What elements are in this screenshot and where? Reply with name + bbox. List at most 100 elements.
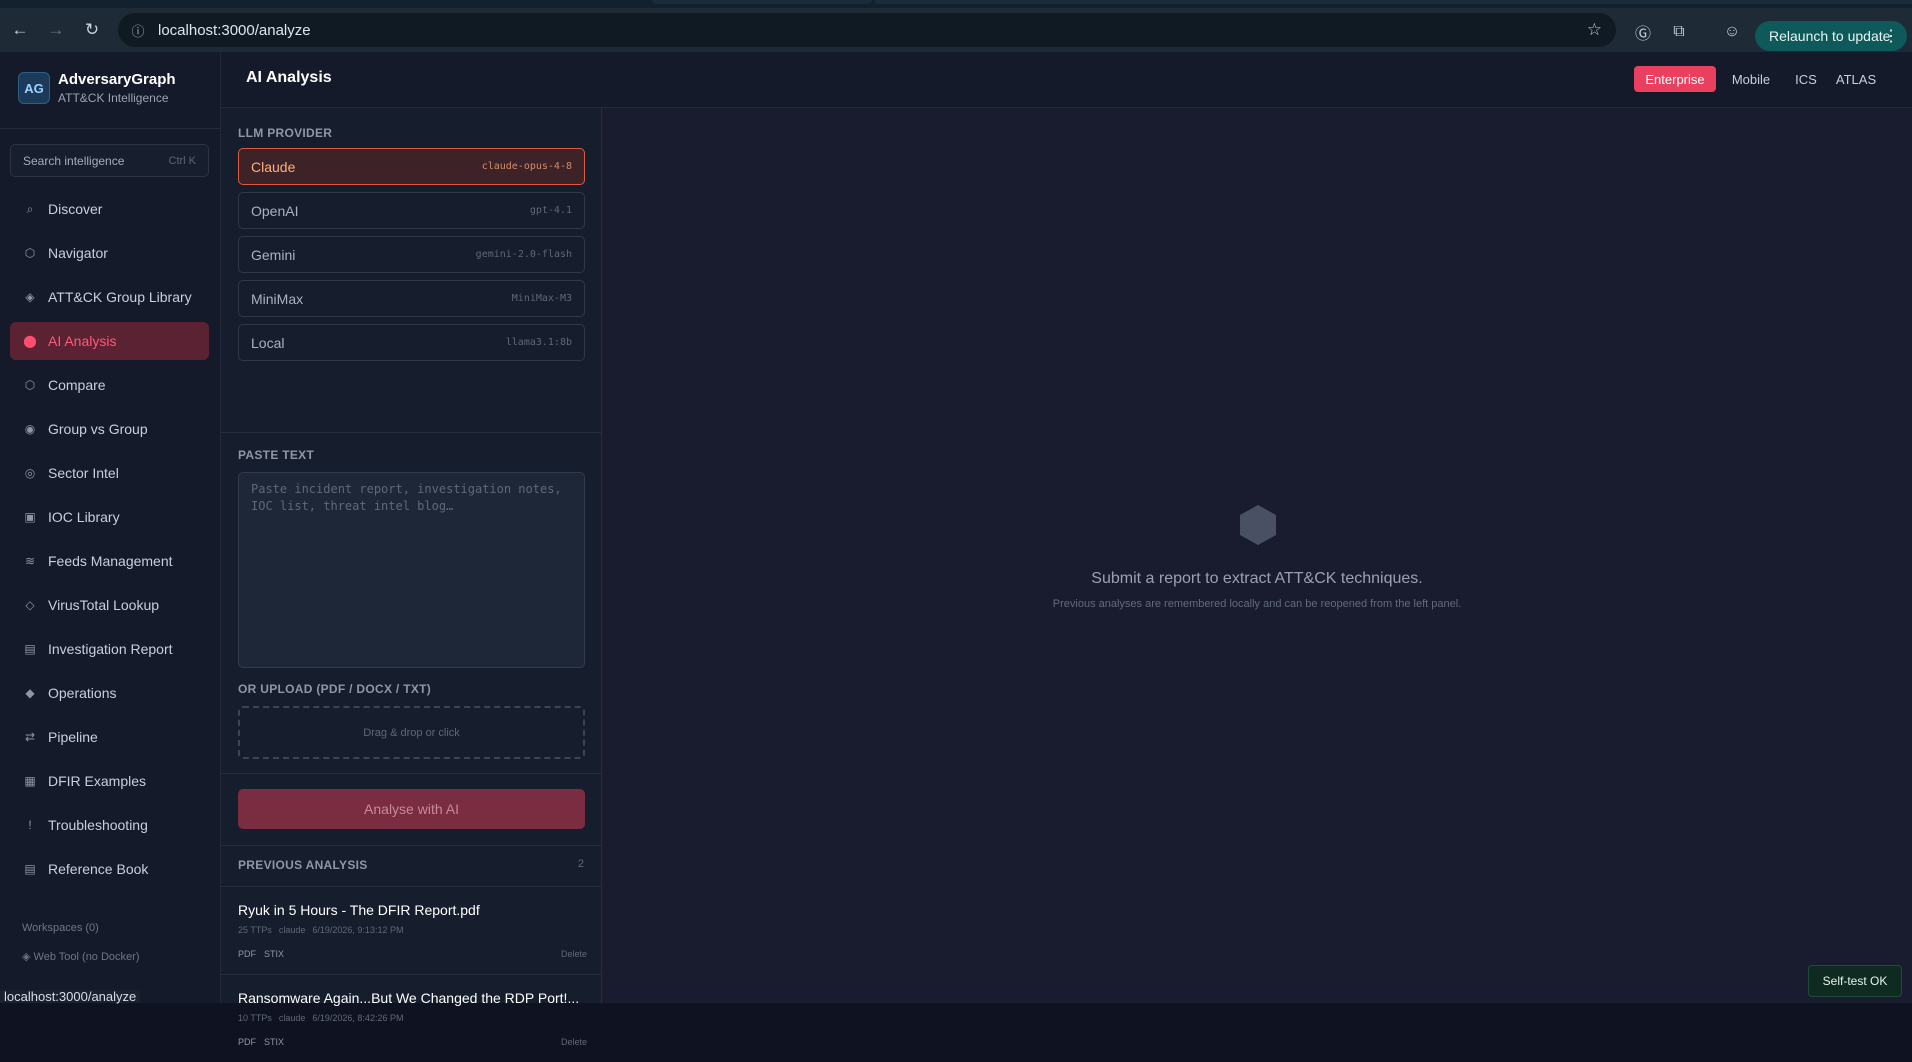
app-root: AG AdversaryGraph ATT&CK Intelligence Se… bbox=[0, 52, 1912, 1047]
history-title[interactable]: Ransomware Again...But We Changed the RD… bbox=[238, 990, 587, 1006]
page-title: AI Analysis bbox=[246, 69, 332, 86]
sidebar-item-label: DFIR Examples bbox=[48, 773, 147, 789]
browser-tab[interactable] bbox=[875, 0, 1912, 4]
export-pdf-link[interactable]: PDF bbox=[238, 949, 256, 959]
delete-button[interactable]: Delete bbox=[561, 949, 587, 959]
export-stix-link[interactable]: STIX bbox=[264, 949, 284, 959]
nav-icon: ◎ bbox=[24, 466, 36, 480]
search-placeholder: Search intelligence bbox=[23, 153, 125, 168]
sidebar-item-label: ATT&CK Group Library bbox=[48, 289, 192, 305]
nav-icon: ◆ bbox=[25, 686, 35, 700]
analysis-input-panel: LLM PROVIDER Claude claude-opus-4-8 OpenAI… bbox=[221, 108, 602, 1047]
upload-dropzone[interactable]: Drag & drop or click bbox=[238, 706, 585, 759]
sidebar-item-label: Compare bbox=[48, 377, 106, 393]
browser-toolbar: ← → ↻ ⓘ localhost:3000/analyze ☆ Ⓖ ⧉ ☺ R… bbox=[0, 8, 1912, 52]
provider-name: Gemini bbox=[251, 246, 296, 263]
sidebar-item-operations[interactable]: ◆ Operations bbox=[10, 674, 209, 712]
history-export-links: PDF STIX bbox=[238, 949, 292, 959]
sidebar-item-att-ck-group-library[interactable]: ◈ ATT&CK Group Library bbox=[10, 278, 209, 316]
sidebar-item-navigator[interactable]: ⬡ Navigator bbox=[10, 234, 209, 272]
empty-state-title: Submit a report to extract ATT&CK techni… bbox=[1091, 570, 1423, 587]
sidebar-item-pipeline[interactable]: ⇄ Pipeline bbox=[10, 718, 209, 756]
address-bar[interactable]: ⓘ localhost:3000/analyze ☆ bbox=[118, 13, 1616, 47]
sidebar-item-troubleshooting[interactable]: ! Troubleshooting bbox=[10, 806, 209, 844]
sidebar-item-feeds-management[interactable]: ≋ Feeds Management bbox=[10, 542, 209, 580]
analyse-button[interactable]: Analyse with AI bbox=[238, 789, 585, 829]
history-date: 6/19/2026, 9:13:12 PM bbox=[312, 925, 404, 935]
profile-avatar-icon[interactable]: ☺ bbox=[1721, 21, 1743, 43]
sidebar-item-label: IOC Library bbox=[48, 509, 120, 525]
matrix-tab-enterprise[interactable]: Enterprise bbox=[1634, 66, 1716, 92]
url-text[interactable]: localhost:3000/analyze bbox=[158, 22, 311, 39]
sidebar-item-label: Troubleshooting bbox=[48, 817, 148, 833]
provider-model: gemini-2.0-flash bbox=[475, 249, 572, 260]
sidebar-item-group-vs-group[interactable]: ◉ Group vs Group bbox=[10, 410, 209, 448]
sidebar-divider bbox=[0, 128, 221, 129]
reload-icon[interactable]: ↻ bbox=[76, 14, 108, 46]
sidebar-item-sector-intel[interactable]: ◎ Sector Intel bbox=[10, 454, 209, 492]
history-item[interactable]: Ransomware Again...But We Changed the RD… bbox=[221, 974, 602, 1062]
forward-icon[interactable]: → bbox=[40, 14, 72, 46]
provider-name: Claude bbox=[251, 158, 296, 175]
workspaces-label[interactable]: Workspaces (0) bbox=[22, 922, 99, 934]
sidebar-item-ai-analysis[interactable]: ⬤ AI Analysis bbox=[10, 322, 209, 360]
history-provider: claude bbox=[278, 925, 306, 935]
matrix-tab-ics[interactable]: ICS bbox=[1786, 66, 1826, 92]
upload-label: OR UPLOAD (PDF / DOCX / TXT) bbox=[238, 682, 432, 696]
sidebar-item-compare[interactable]: ⬡ Compare bbox=[10, 366, 209, 404]
bookmark-star-icon[interactable]: ☆ bbox=[1587, 20, 1602, 40]
history-date: 6/19/2026, 8:42:26 PM bbox=[312, 1013, 404, 1023]
matrix-tab-mobile[interactable]: Mobile bbox=[1720, 66, 1782, 92]
link-status-bar: localhost:3000/analyze bbox=[0, 990, 141, 1003]
sidebar-item-label: Sector Intel bbox=[48, 465, 119, 481]
provider-model: gpt-4.1 bbox=[529, 205, 572, 216]
history-title[interactable]: Ryuk in 5 Hours - The DFIR Report.pdf bbox=[238, 902, 587, 918]
nav-icon: ⇄ bbox=[24, 730, 36, 744]
self-test-badge[interactable]: Self-test OK bbox=[1808, 965, 1902, 997]
relaunch-update-button[interactable]: Relaunch to update ⋮ bbox=[1755, 21, 1907, 51]
grammarly-extension-icon[interactable]: Ⓖ bbox=[1632, 21, 1654, 43]
search-input[interactable]: Search intelligence Ctrl K bbox=[10, 144, 209, 177]
delete-button[interactable]: Delete bbox=[561, 1037, 587, 1047]
empty-state-subtitle: Previous analyses are remembered locally… bbox=[1052, 598, 1462, 610]
provider-name: Local bbox=[251, 334, 285, 351]
sidebar-item-label: Feeds Management bbox=[48, 553, 173, 569]
results-area: Submit a report to extract ATT&CK techni… bbox=[602, 108, 1912, 1003]
sidebar-item-label: AI Analysis bbox=[48, 333, 117, 349]
nav-icon: ⬡ bbox=[24, 246, 36, 260]
history-meta: 25 TTPs claude 6/19/2026, 9:13:12 PM bbox=[238, 925, 410, 935]
sidebar-item-label: Reference Book bbox=[48, 861, 149, 877]
history-item[interactable]: Ryuk in 5 Hours - The DFIR Report.pdf 25 … bbox=[221, 886, 602, 974]
extensions-icon[interactable]: ⧉ bbox=[1668, 21, 1690, 43]
browser-tab[interactable] bbox=[652, 0, 872, 4]
provider-option-openai[interactable]: OpenAI gpt-4.1 bbox=[238, 192, 585, 229]
sidebar-item-ioc-library[interactable]: ▣ IOC Library bbox=[10, 498, 209, 536]
hexagon-icon bbox=[1240, 505, 1276, 545]
sidebar-item-reference-book[interactable]: ▤ Reference Book bbox=[10, 850, 209, 888]
back-icon[interactable]: ← bbox=[4, 14, 36, 46]
provider-model: claude-opus-4-8 bbox=[481, 161, 572, 172]
history-ttps: 25 TTPs bbox=[238, 925, 272, 935]
sidebar-item-investigation-report[interactable]: ▤ Investigation Report bbox=[10, 630, 209, 668]
provider-option-gemini[interactable]: Gemini gemini-2.0-flash bbox=[238, 236, 585, 273]
export-pdf-link[interactable]: PDF bbox=[238, 1037, 256, 1047]
history-export-links: PDF STIX bbox=[238, 1037, 292, 1047]
sidebar-item-discover[interactable]: ⌕ Discover bbox=[10, 190, 209, 228]
provider-name: OpenAI bbox=[251, 202, 299, 219]
provider-model: MiniMax-M3 bbox=[511, 293, 572, 304]
sidebar-item-label: Investigation Report bbox=[48, 641, 173, 657]
sidebar-item-dfir-examples[interactable]: ▦ DFIR Examples bbox=[10, 762, 209, 800]
app-logo: AG bbox=[18, 72, 50, 104]
provider-option-claude[interactable]: Claude claude-opus-4-8 bbox=[238, 148, 585, 185]
web-tool-link[interactable]: ◈ Web Tool (no Docker) bbox=[22, 950, 140, 963]
export-stix-link[interactable]: STIX bbox=[264, 1037, 284, 1047]
paste-textarea[interactable]: Paste incident report, investigation not… bbox=[238, 472, 585, 668]
sidebar-item-virustotal-lookup[interactable]: ◇ VirusTotal Lookup bbox=[10, 586, 209, 624]
matrix-tab-atlas[interactable]: ATLAS bbox=[1830, 66, 1882, 92]
more-menu-icon[interactable]: ⋮ bbox=[1883, 26, 1899, 46]
brand-subtitle: ATT&CK Intelligence bbox=[58, 91, 169, 105]
site-info-icon[interactable]: ⓘ bbox=[128, 20, 148, 40]
provider-option-local[interactable]: Local llama3.1:8b bbox=[238, 324, 585, 361]
provider-option-minimax[interactable]: MiniMax MiniMax-M3 bbox=[238, 280, 585, 317]
sidebar-item-label: Group vs Group bbox=[48, 421, 148, 437]
